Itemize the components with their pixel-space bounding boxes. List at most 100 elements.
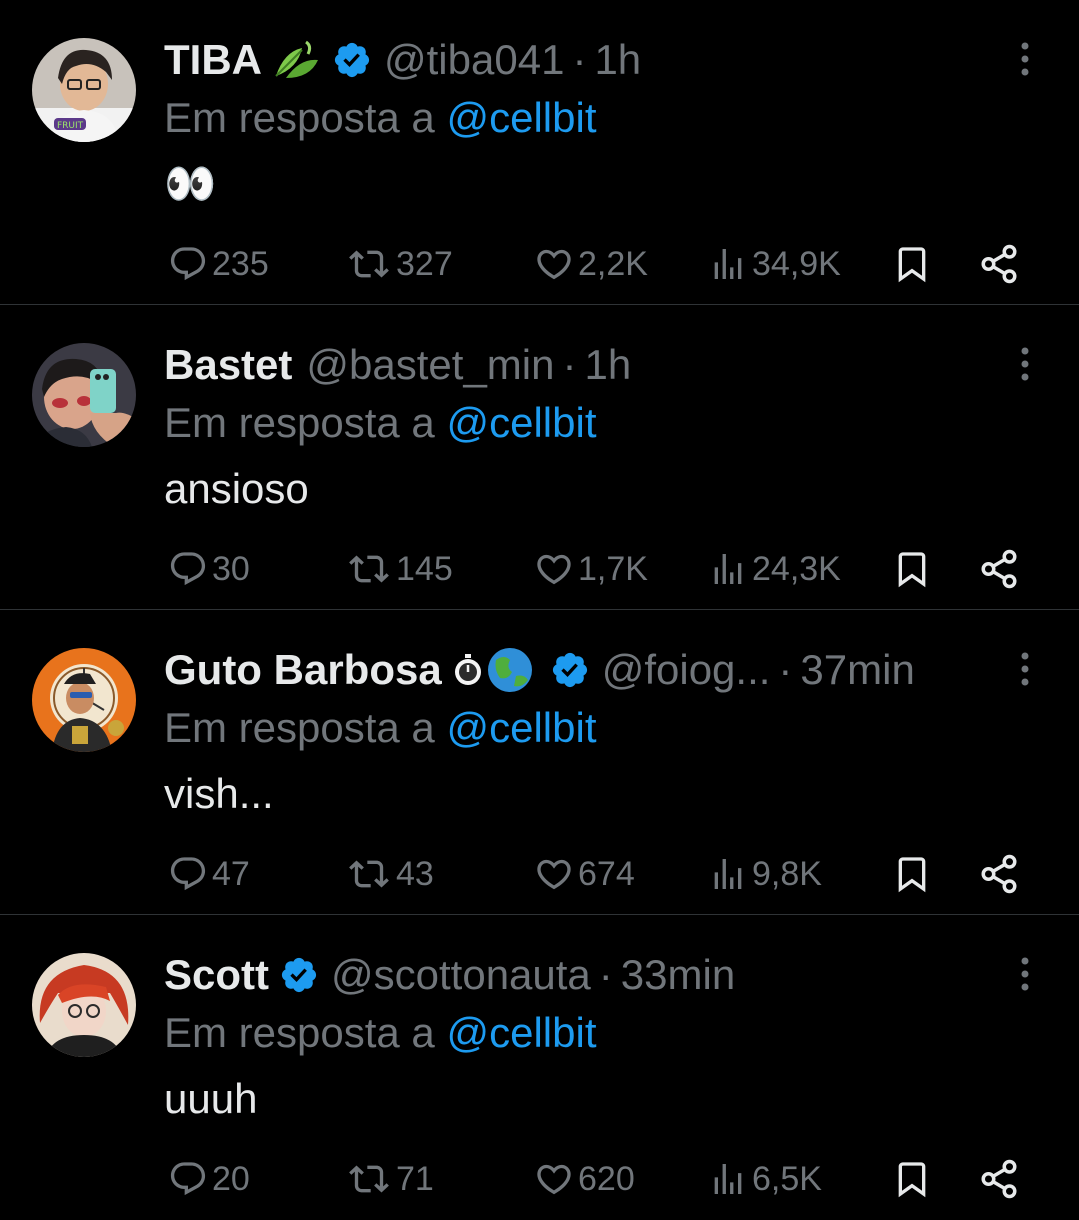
handle[interactable]: @tiba041 [384, 34, 564, 86]
views-count: 24,3K [752, 549, 841, 588]
share-button[interactable] [978, 850, 1020, 898]
more-options-icon[interactable] [1010, 345, 1040, 385]
retweet-icon [346, 549, 392, 589]
reply-icon [168, 854, 208, 894]
display-name[interactable]: Bastet [164, 339, 292, 391]
bookmark-icon [892, 547, 932, 591]
separator-dot: · [778, 646, 793, 693]
reply-count: 235 [212, 244, 269, 283]
tweet-header: TIBA @tiba041 · 1h [164, 34, 641, 86]
reply-count: 30 [212, 549, 250, 588]
timestamp[interactable]: 33min [621, 949, 735, 1001]
separator-dot: · [598, 951, 613, 998]
verified-badge-icon[interactable] [550, 650, 590, 690]
bookmark-button[interactable] [892, 1155, 932, 1203]
like-button[interactable]: 674 [534, 850, 635, 898]
heart-icon [534, 854, 574, 894]
tweet-actions: 30 145 1,7K 24,3K [164, 545, 1034, 593]
tweet-header: Scott @scottonauta · 33min [164, 949, 735, 1001]
reply-button[interactable]: 47 [168, 850, 250, 898]
more-options-icon[interactable] [1010, 40, 1040, 80]
retweet-count: 145 [396, 549, 453, 588]
retweet-button[interactable]: 43 [346, 850, 434, 898]
verified-badge-icon[interactable] [332, 40, 372, 80]
timer-globe-icon [452, 646, 540, 694]
analytics-bars-icon [708, 549, 748, 589]
tweet[interactable]: Scott @scottonauta · 33min Em resposta a… [0, 915, 1079, 1220]
like-button[interactable]: 620 [534, 1155, 635, 1203]
more-options-icon[interactable] [1010, 955, 1040, 995]
reply-mention-link[interactable]: @cellbit [446, 399, 596, 446]
bookmark-button[interactable] [892, 240, 932, 288]
separator-dot: · [562, 341, 577, 388]
tweet-text: 👀 [164, 160, 217, 207]
handle[interactable]: @scottonauta [331, 949, 591, 1001]
retweet-icon [346, 244, 392, 284]
handle[interactable]: @foiog... [602, 644, 771, 696]
reply-mention-link[interactable]: @cellbit [446, 1009, 596, 1056]
share-button[interactable] [978, 1155, 1020, 1203]
reply-icon [168, 1159, 208, 1199]
avatar[interactable] [32, 343, 136, 447]
display-name[interactable]: Scott [164, 949, 269, 1001]
reply-button[interactable]: 235 [168, 240, 269, 288]
views-button[interactable]: 9,8K [708, 850, 822, 898]
tweet-actions: 20 71 620 6,5K [164, 1155, 1034, 1203]
retweet-button[interactable]: 145 [346, 545, 453, 593]
analytics-bars-icon [708, 854, 748, 894]
like-button[interactable]: 2,2K [534, 240, 648, 288]
retweet-icon [346, 854, 392, 894]
retweet-count: 43 [396, 854, 434, 893]
reply-button[interactable]: 20 [168, 1155, 250, 1203]
retweet-button[interactable]: 327 [346, 240, 453, 288]
retweet-count: 327 [396, 244, 453, 283]
like-count: 2,2K [578, 244, 648, 283]
reply-button[interactable]: 30 [168, 545, 250, 593]
tweet-actions: 235 327 2,2K 34,9K [164, 240, 1034, 288]
share-button[interactable] [978, 545, 1020, 593]
reply-prefix: Em resposta a [164, 94, 447, 141]
retweet-button[interactable]: 71 [346, 1155, 434, 1203]
reply-mention-link[interactable]: @cellbit [446, 94, 596, 141]
tweet[interactable]: Bastet @bastet_min · 1h Em resposta a @c… [0, 305, 1079, 610]
reply-mention-link[interactable]: @cellbit [446, 704, 596, 751]
avatar[interactable] [32, 648, 136, 752]
reply-context: Em resposta a @cellbit [164, 92, 596, 144]
bookmark-button[interactable] [892, 545, 932, 593]
reply-icon [168, 549, 208, 589]
tweet-actions: 47 43 674 9,8K [164, 850, 1034, 898]
verified-badge-icon[interactable] [279, 955, 319, 995]
display-name[interactable]: Guto Barbosa [164, 644, 442, 696]
display-name[interactable]: TIBA [164, 34, 262, 86]
bookmark-icon [892, 242, 932, 286]
timestamp[interactable]: 37min [800, 644, 914, 696]
svg-text:FRUIT: FRUIT [57, 121, 84, 131]
views-button[interactable]: 34,9K [708, 240, 841, 288]
tweet-header: Bastet @bastet_min · 1h [164, 339, 631, 391]
avatar[interactable] [32, 953, 136, 1057]
reply-count: 20 [212, 1159, 250, 1198]
tweet-text: vish... [164, 770, 274, 817]
like-button[interactable]: 1,7K [534, 545, 648, 593]
views-count: 6,5K [752, 1159, 822, 1198]
more-options-icon[interactable] [1010, 650, 1040, 690]
tweet-header: Guto Barbosa @foiog... · 37min [164, 644, 915, 696]
share-nodes-icon [978, 243, 1020, 285]
heart-icon [534, 1159, 574, 1199]
views-button[interactable]: 24,3K [708, 545, 841, 593]
handle[interactable]: @bastet_min [306, 339, 554, 391]
bookmark-icon [892, 1157, 932, 1201]
share-button[interactable] [978, 240, 1020, 288]
tweet[interactable]: Guto Barbosa @foiog... · 37min Em respos… [0, 610, 1079, 915]
bookmark-icon [892, 852, 932, 896]
like-count: 1,7K [578, 549, 648, 588]
heart-icon [534, 244, 574, 284]
tweet-text: ansioso [164, 465, 309, 512]
bookmark-button[interactable] [892, 850, 932, 898]
retweet-icon [346, 1159, 392, 1199]
avatar[interactable]: FRUIT [32, 38, 136, 142]
views-button[interactable]: 6,5K [708, 1155, 822, 1203]
tweet[interactable]: FRUIT TIBA @tiba041 · 1h Em resposta a @… [0, 0, 1079, 305]
timestamp[interactable]: 1h [594, 34, 641, 86]
timestamp[interactable]: 1h [584, 339, 631, 391]
